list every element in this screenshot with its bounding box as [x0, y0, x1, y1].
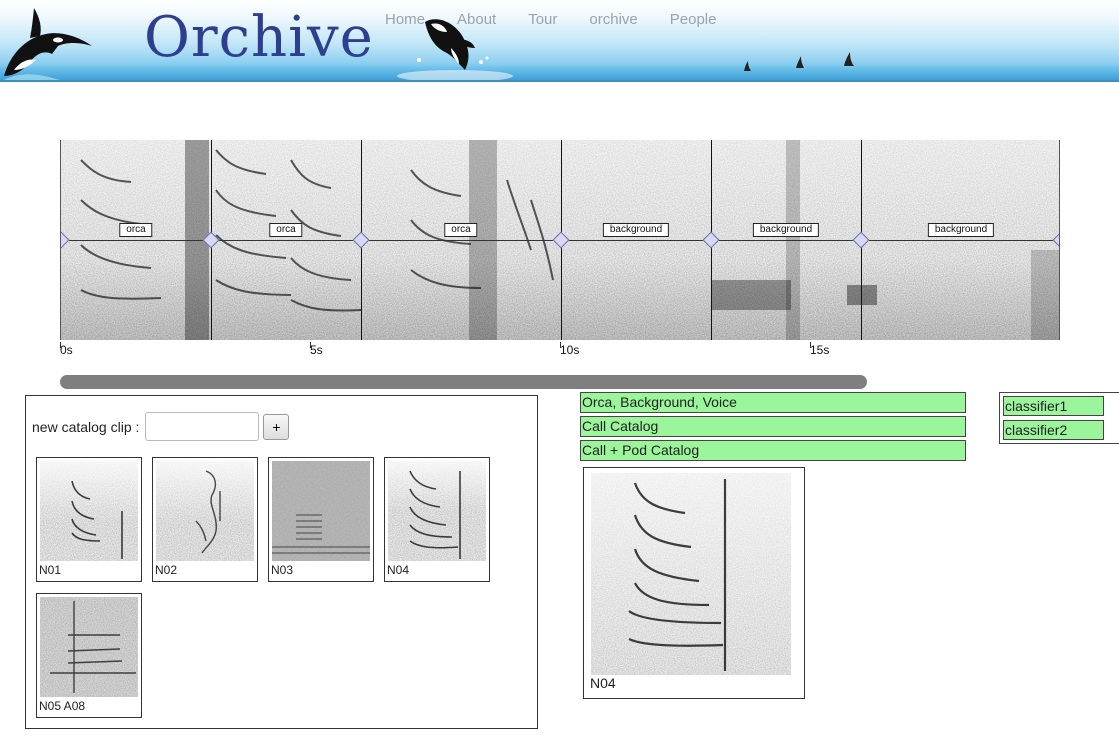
annotation-line: [719, 240, 853, 241]
catalog-item-call-catalog[interactable]: Call Catalog: [580, 416, 966, 437]
catalog-preview: N04: [583, 467, 805, 699]
orca-logo-icon: [3, 8, 92, 80]
nav-people[interactable]: People: [670, 11, 717, 29]
annotation-line: [869, 240, 1053, 241]
catalog-clip[interactable]: N02: [152, 457, 258, 582]
clip-spectrogram-image: [272, 461, 370, 561]
site-logo-text[interactable]: Orchive: [144, 10, 374, 66]
add-clip-button[interactable]: +: [263, 413, 290, 440]
clip-label: N04: [387, 563, 410, 577]
catalog-item-orca-background-voice[interactable]: Orca, Background, Voice: [580, 392, 966, 413]
annotation-line: [219, 240, 353, 241]
annotation-label[interactable]: background: [602, 223, 670, 237]
catalog-item-call-pod-catalog[interactable]: Call + Pod Catalog: [580, 440, 966, 461]
dorsal-fin-icon: [796, 56, 804, 68]
new-catalog-clip-label: new catalog clip :: [32, 418, 140, 435]
annotation-line: [69, 240, 203, 241]
catalog-clip[interactable]: N05 A08: [36, 593, 142, 718]
time-axis: 0s 5s 10s 15s: [60, 342, 1060, 358]
annotation-line: [369, 240, 553, 241]
preview-label: N04: [590, 675, 616, 691]
annotation-label[interactable]: orca: [119, 223, 153, 237]
dorsal-fin-icon: [744, 61, 751, 71]
classifier-item[interactable]: classifier1: [1003, 396, 1104, 416]
clip-label: N01: [39, 563, 62, 577]
new-catalog-clip-input[interactable]: [145, 412, 260, 441]
annotation-label[interactable]: orca: [269, 223, 303, 237]
time-tick-label: 5s: [310, 343, 323, 357]
nav-tour[interactable]: Tour: [528, 11, 557, 29]
main-nav: Home About Tour orchive People: [385, 11, 748, 29]
spectrogram-view[interactable]: orca orca orca background background backgrou…: [60, 140, 1060, 340]
clip-spectrogram-image: [156, 461, 254, 561]
annotation-label[interactable]: orca: [444, 223, 478, 237]
classifier-item[interactable]: classifier2: [1003, 420, 1104, 440]
nav-about[interactable]: About: [457, 11, 496, 29]
annotation-label[interactable]: background: [752, 223, 820, 237]
annotation-line: [569, 240, 703, 241]
preview-spectrogram-image: [591, 473, 791, 675]
catalog-panel: new catalog clip : + N01 N02 N03 N04 N05…: [25, 395, 538, 729]
spectrogram-scrollbar[interactable]: [60, 375, 867, 389]
site-header: Orchive Home About Tour orchive People: [0, 0, 1119, 82]
clip-label: N05 A08: [39, 699, 86, 713]
annotation-label[interactable]: background: [927, 223, 995, 237]
clip-spectrogram-image: [40, 597, 138, 697]
time-tick-label: 0s: [60, 343, 73, 357]
clip-label: N02: [155, 563, 178, 577]
time-tick-label: 10s: [560, 343, 580, 357]
dorsal-fin-icon: [844, 52, 854, 66]
nav-home[interactable]: Home: [385, 11, 425, 29]
catalog-clip[interactable]: N01: [36, 457, 142, 582]
catalog-clip[interactable]: N03: [268, 457, 374, 582]
nav-orchive[interactable]: orchive: [589, 11, 637, 29]
clip-spectrogram-image: [388, 461, 486, 561]
clip-label: N03: [271, 563, 294, 577]
clip-spectrogram-image: [40, 461, 138, 561]
classifier-panel: classifier1 classifier2: [999, 392, 1119, 444]
time-tick-label: 15s: [810, 343, 830, 357]
new-catalog-clip-row: new catalog clip : +: [32, 412, 290, 441]
catalog-clip[interactable]: N04: [384, 457, 490, 582]
